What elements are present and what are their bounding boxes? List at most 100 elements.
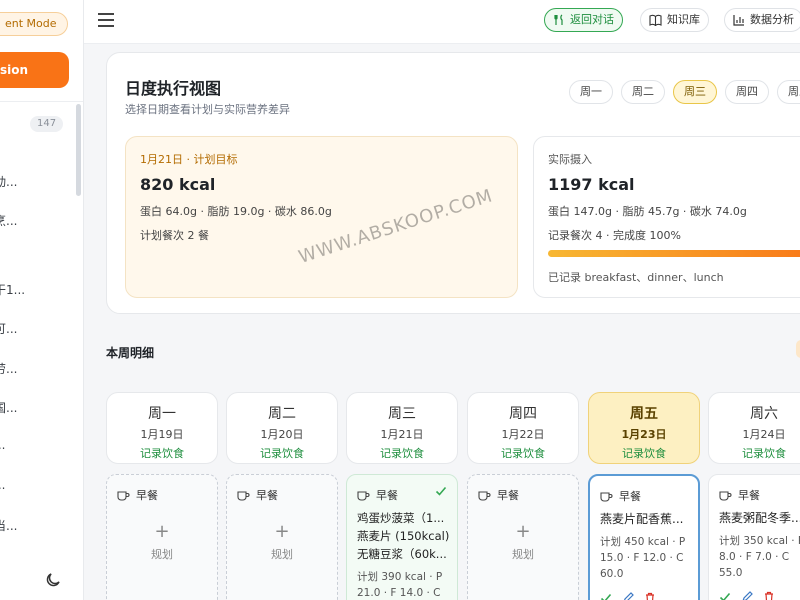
meal-header: 早餐 [237,487,278,503]
meal-card-planned-selected[interactable]: 早餐 燕麦片配香蕉... 计划 450 kcal · P 15.0 · F 12… [588,474,700,600]
meal-header: 早餐 [357,487,398,503]
tab-monday[interactable]: 周一 [569,80,613,104]
day-date: 1月21日 [380,428,424,441]
book-icon [649,14,662,26]
plan-meal-label[interactable]: 规划 [468,546,578,562]
sidebar-divider [0,101,83,102]
page-title: 日度执行视图 [125,79,222,98]
daily-view-card: 日度执行视图 选择日期查看计划与实际营养差异 周一 周二 周三 周四 周五 1月… [106,52,800,314]
day-header-wednesday[interactable]: 周三 1月21日 记录饮食 [346,392,458,464]
meal-header: 早餐 [117,487,158,503]
moon-icon[interactable] [44,571,62,589]
actual-intake-panel: 实际摄入 1197 kcal 蛋白 147.0g · 脂肪 45.7g · 碳水… [533,136,800,298]
meal-plan-nutrition: 计划 390 kcal · P 21.0 · F 14.0 · C [357,571,443,599]
sidebar-scrollbar[interactable] [76,104,81,196]
coffee-cup-icon [357,490,370,501]
page-subtitle: 选择日期查看计划与实际营养差异 [125,103,290,116]
day-date: 1月24日 [742,428,786,441]
day-name: 周一 [148,406,176,422]
meal-title: 燕麦片配香蕉... [600,512,684,526]
meal-actions [600,592,656,600]
sidebar-item[interactable]: 动... [0,173,74,190]
check-icon [435,486,447,496]
completion-progress-bar [548,250,800,257]
meal-type-label: 早餐 [738,489,760,502]
day-name: 周五 [630,406,658,422]
back-to-chat-button[interactable]: 返回对话 [544,8,623,32]
meal-card-recorded[interactable]: 早餐 鸡蛋炒菠菜（1... 燕麦片 (150kcal) 无糖豆浆（60k... … [346,474,458,600]
plan-kcal: 820 kcal [140,175,216,194]
day-header-monday[interactable]: 周一 1月19日 记录饮食 [106,392,218,464]
menu-icon[interactable] [98,12,116,28]
sidebar-item[interactable]: ... [0,478,74,492]
day-date: 1月19日 [140,428,184,441]
meal-actions [719,591,775,600]
actual-kcal: 1197 kcal [548,175,635,194]
check-icon[interactable] [719,591,731,600]
meal-header: 早餐 [478,487,519,503]
data-analysis-button[interactable]: 数据分析 [724,8,800,32]
new-session-button[interactable]: sion [0,52,69,88]
sidebar-item[interactable]: 劳... [0,360,74,377]
tab-friday[interactable]: 周五 [777,80,800,104]
meal-slot-empty[interactable]: 早餐 + 规划 [106,474,218,600]
plan-date-label: 1月21日 · 计划目标 [140,153,238,166]
record-meal-link[interactable]: 记录饮食 [468,445,578,461]
day-name: 周四 [509,406,537,422]
back-to-chat-label: 返回对话 [570,13,614,26]
record-meal-link[interactable]: 记录饮食 [709,445,800,461]
edit-icon[interactable] [741,591,753,600]
actual-label: 实际摄入 [548,153,592,166]
plus-icon[interactable]: + [227,521,337,542]
meal-header: 早餐 [719,487,760,503]
sidebar-item[interactable]: 国... [0,399,74,416]
top-bar: 返回对话 知识库 数据分析 [84,0,800,44]
recorded-meals: 已记录 breakfast、dinner、lunch [548,271,724,284]
meal-card-planned[interactable]: 早餐 燕麦粥配冬季... 计划 350 kcal · P 8.0 · F 7.0… [708,474,800,600]
meal-item: 燕麦片 (150kcal) [357,529,450,543]
sidebar-item[interactable]: 当... [0,517,74,534]
meal-type-label: 早餐 [376,489,398,502]
meal-type-label: 早餐 [619,490,641,503]
sidebar-item[interactable]: 干1... [0,281,74,298]
knowledge-base-button[interactable]: 知识库 [640,8,709,32]
actual-macros: 蛋白 147.0g · 脂肪 45.7g · 碳水 74.0g [548,205,747,218]
record-meal-link[interactable]: 记录饮食 [589,445,699,461]
trash-icon[interactable] [644,592,656,600]
record-meal-link[interactable]: 记录饮食 [347,445,457,461]
meal-slot-empty[interactable]: 早餐 + 规划 [226,474,338,600]
sidebar-item[interactable]: 可... [0,320,74,337]
plan-meal-label[interactable]: 规划 [227,546,337,562]
day-date: 1月20日 [260,428,304,441]
meal-item: 无糖豆浆（60k... [357,547,447,561]
tab-thursday[interactable]: 周四 [725,80,769,104]
meal-slot-empty[interactable]: 早餐 + 规划 [467,474,579,600]
day-header-saturday[interactable]: 周六 1月24日 记录饮食 [708,392,800,464]
day-date: 1月23日 [621,428,667,441]
sidebar-item[interactable]: ... [0,438,74,452]
mode-badge[interactable]: ent Mode [0,12,68,36]
plan-macros: 蛋白 64.0g · 脂肪 19.0g · 碳水 86.0g [140,205,332,218]
meal-plan-nutrition: 计划 350 kcal · P 8.0 · F 7.0 · C 55.0 [719,535,800,579]
record-meal-link[interactable]: 记录饮食 [107,445,217,461]
plus-icon[interactable]: + [107,521,217,542]
plan-meal-label[interactable]: 规划 [107,546,217,562]
bar-chart-icon [733,15,744,26]
sidebar: ent Mode sion 147 动... 烹... 干1... 可... 劳… [0,0,84,600]
coffee-cup-icon [117,490,130,501]
trash-icon[interactable] [763,591,775,600]
week-action-button[interactable] [796,340,800,358]
week-detail-title: 本周明细 [106,346,155,360]
check-icon[interactable] [600,592,612,600]
day-header-friday[interactable]: 周五 1月23日 记录饮食 [588,392,700,464]
plus-icon[interactable]: + [468,521,578,542]
meal-title: 燕麦粥配冬季... [719,511,800,525]
session-count-badge: 147 [30,116,64,132]
day-header-tuesday[interactable]: 周二 1月20日 记录饮食 [226,392,338,464]
sidebar-item[interactable]: 烹... [0,212,74,229]
day-header-thursday[interactable]: 周四 1月22日 记录饮食 [467,392,579,464]
edit-icon[interactable] [622,592,634,600]
tab-tuesday[interactable]: 周二 [621,80,665,104]
tab-wednesday[interactable]: 周三 [673,80,717,104]
record-meal-link[interactable]: 记录饮食 [227,445,337,461]
